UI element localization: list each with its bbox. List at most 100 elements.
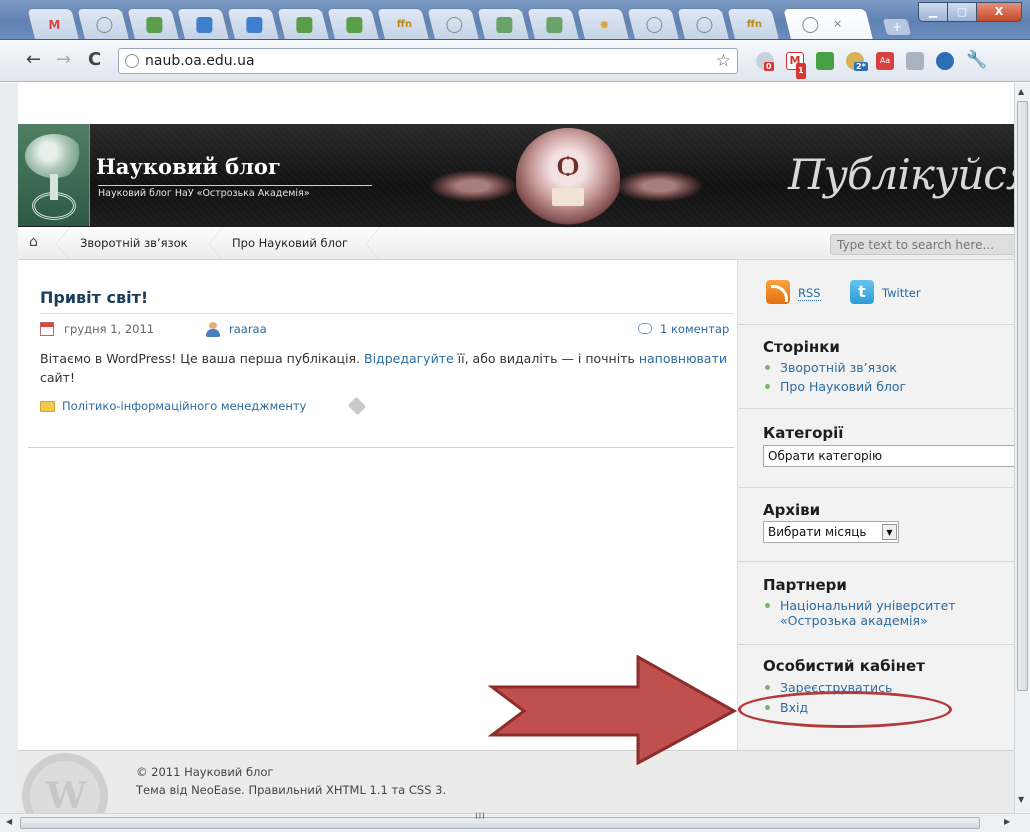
edit-link[interactable]: Відредагуйте (364, 351, 454, 366)
minimize-button[interactable]: ▁ (918, 2, 948, 22)
cabinet-title: Особистий кабінет (763, 657, 925, 675)
tree-logo-icon[interactable] (18, 124, 90, 226)
post-author[interactable]: raaraa (229, 322, 267, 336)
nav-item-about[interactable]: Про Науковий блог (232, 236, 348, 250)
folder-icon (40, 401, 55, 412)
scroll-up-icon[interactable]: ▲ (1018, 87, 1024, 96)
window-controls: ▁ ▢ X (918, 2, 1022, 22)
post-body: Вітаємо в WordPress! Це ваша перша публі… (40, 351, 727, 385)
bookmark-star-icon[interactable]: ☆ (716, 51, 731, 71)
tag-icon (347, 396, 367, 416)
post-date: грудня 1, 2011 (64, 322, 155, 336)
extension-icon[interactable]: 2* (846, 52, 868, 71)
site-title[interactable]: Науковий блог (96, 154, 281, 179)
search-input[interactable] (830, 234, 1014, 255)
new-tab-button[interactable]: + (881, 18, 913, 36)
browser-tab[interactable]: M (26, 8, 80, 39)
scroll-thumb[interactable] (20, 817, 980, 829)
globe-icon (125, 54, 139, 68)
gmail-checker-icon[interactable]: M1 (786, 52, 806, 79)
close-tab-icon[interactable]: × (833, 17, 842, 30)
browser-tab[interactable] (326, 8, 380, 39)
dictionary-icon[interactable]: Aa (876, 52, 894, 70)
wrench-icon[interactable]: 🔧 (966, 50, 987, 70)
close-window-button[interactable]: X (976, 2, 1022, 22)
categories-title: Категорії (763, 424, 844, 442)
google-icon (296, 17, 313, 33)
list-item[interactable]: Національний університет (763, 598, 956, 614)
user-icon (205, 322, 221, 337)
rss-icon[interactable] (766, 280, 790, 304)
css-link[interactable]: CSS 3 (409, 783, 443, 797)
sheet-icon (546, 17, 563, 33)
rss-link[interactable]: RSS (798, 286, 821, 301)
back-icon[interactable]: ← (26, 50, 41, 70)
neoease-link[interactable]: NeoEase (191, 783, 241, 797)
browser-tab[interactable] (626, 8, 680, 39)
browser-tab[interactable] (226, 8, 280, 39)
ornament-icon (428, 170, 518, 202)
pages-title: Сторінки (763, 338, 840, 356)
chevron-down-icon: ▼ (882, 524, 897, 540)
browser-tab[interactable] (476, 8, 530, 39)
vertical-scrollbar[interactable]: ▲ ▼ (1014, 83, 1030, 813)
category-link[interactable]: Політико-інформаційного менеджменту (62, 399, 306, 413)
category-select[interactable]: Обрати категорію (763, 445, 1014, 467)
extension-icon[interactable] (906, 52, 924, 70)
extension-icon[interactable]: 0 (756, 52, 774, 71)
list-item[interactable]: Про Науковий блог (763, 379, 906, 395)
post-title[interactable]: Привіт світ! (40, 288, 148, 307)
scroll-thumb[interactable] (1017, 101, 1028, 691)
scroll-down-icon[interactable]: ▼ (1018, 795, 1024, 804)
forward-icon[interactable]: → (56, 50, 71, 70)
calendar-icon (40, 322, 54, 336)
partner-link-line2[interactable]: «Острозька академія» (780, 613, 928, 629)
horizontal-scrollbar[interactable]: ◀ III ▶ (0, 812, 1030, 832)
browser-tab[interactable]: ffn (726, 8, 780, 39)
script-title: Публікуйся (788, 150, 1014, 199)
archives-title: Архіви (763, 501, 821, 519)
footer-copyright: © 2011 Науковий блог (136, 765, 274, 779)
scroll-right-icon[interactable]: ▶ (1004, 817, 1010, 826)
address-bar[interactable]: naub.oa.edu.ua ☆ (118, 48, 738, 74)
partners-title: Партнери (763, 576, 847, 594)
doc-icon (196, 17, 213, 33)
scroll-left-icon[interactable]: ◀ (6, 817, 12, 826)
browser-tab[interactable] (76, 8, 130, 39)
browser-tab[interactable]: ✹ (576, 8, 630, 39)
list-item[interactable]: Зворотній зв’язок (763, 360, 897, 376)
reload-icon[interactable]: C (88, 50, 101, 70)
browser-tab[interactable] (176, 8, 230, 39)
fill-link[interactable]: наповнювати (639, 351, 727, 366)
twitter-icon[interactable]: t (850, 280, 874, 304)
globe-icon (96, 17, 113, 33)
browser-tab[interactable] (276, 8, 330, 39)
sheet-icon (496, 17, 513, 33)
sidebar: RSS t Twitter Сторінки Зворотній зв’язок… (737, 260, 1014, 750)
doc-icon (246, 17, 263, 33)
globe-icon (646, 17, 663, 33)
browser-toolbar: ← → C naub.oa.edu.ua ☆ 0 M1 2* Aa 🔧 (0, 40, 1030, 82)
maximize-button[interactable]: ▢ (947, 2, 977, 22)
twitter-link[interactable]: Twitter (882, 286, 921, 300)
plus-icon: + (891, 20, 903, 34)
archive-select[interactable]: Вибрати місяць ▼ (763, 521, 899, 543)
left-gutter (0, 83, 18, 813)
extension-icon[interactable] (936, 52, 954, 70)
extension-icon[interactable] (816, 52, 834, 70)
main-nav: ⌂ Зворотній зв’язок Про Науковий блог (18, 227, 1014, 260)
browser-tab[interactable] (126, 8, 180, 39)
google-icon (146, 17, 163, 33)
url-text: naub.oa.edu.ua (145, 53, 255, 69)
comment-icon (638, 323, 652, 334)
browser-tab[interactable] (676, 8, 730, 39)
browser-tab[interactable] (426, 8, 480, 39)
browser-tab[interactable] (526, 8, 580, 39)
xhtml-link[interactable]: XHTML 1.1 (326, 783, 388, 797)
browser-tab[interactable]: ffn (376, 8, 430, 39)
nav-item-feedback[interactable]: Зворотній зв’язок (80, 236, 188, 250)
browser-tab-active[interactable]: × (782, 8, 874, 39)
globe-icon (802, 17, 819, 33)
crest-logo-icon: Ѻ (516, 128, 620, 228)
comments-link[interactable]: 1 коментар (660, 322, 729, 336)
